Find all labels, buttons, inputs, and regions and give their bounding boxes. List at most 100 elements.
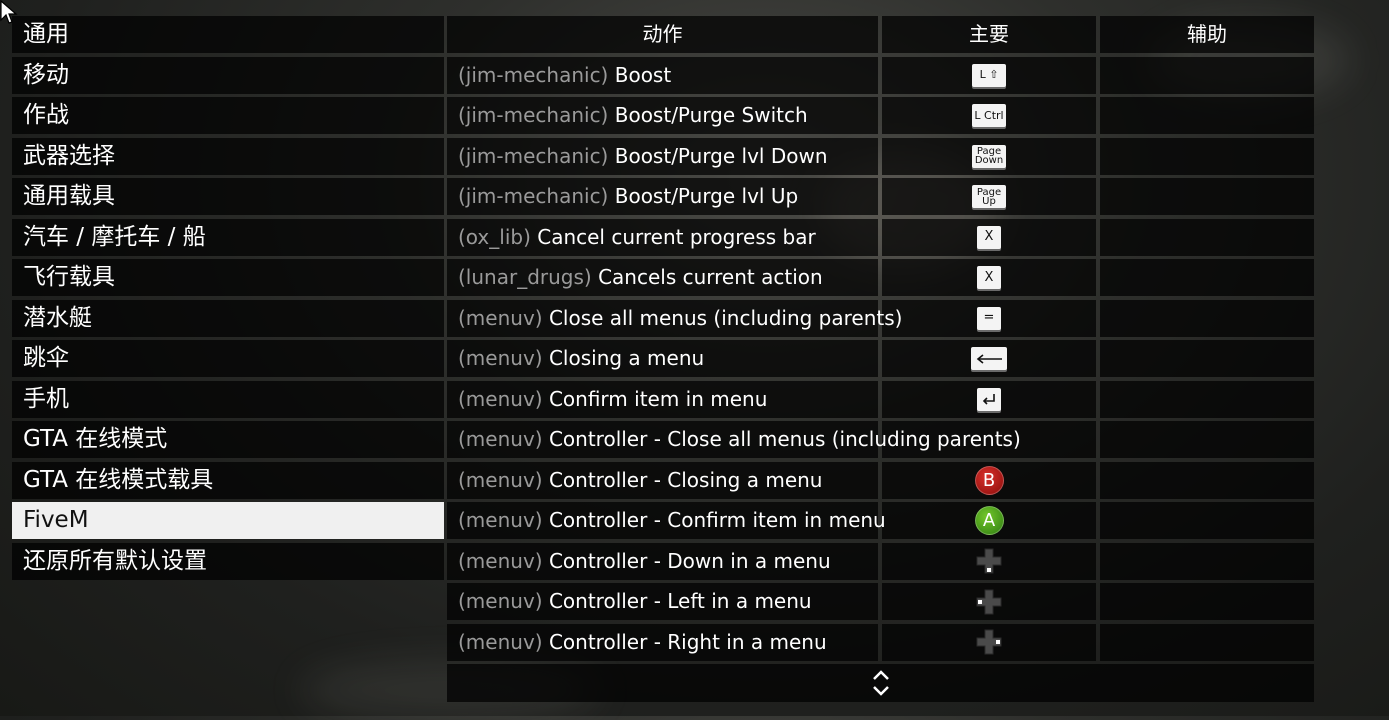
secondary-binding-cell[interactable] xyxy=(1100,502,1314,539)
action-name: Controller - Left in a menu xyxy=(548,589,812,613)
secondary-binding-cell[interactable] xyxy=(1100,137,1314,175)
binding-row[interactable]: (menuv) Closing a menu xyxy=(447,340,1314,377)
category-item[interactable]: GTA 在线模式 xyxy=(12,421,444,458)
binding-row[interactable]: (lunar_drugs) Cancels current action X xyxy=(447,259,1314,296)
primary-binding-cell[interactable] xyxy=(882,380,1096,418)
header-action: 动作 xyxy=(447,16,878,53)
resource-name: (menuv) xyxy=(458,589,543,613)
action-name: Closing a menu xyxy=(548,346,705,370)
action-cell: (menuv) Confirm item in menu xyxy=(447,380,878,418)
scroll-up-down-icon xyxy=(872,670,889,696)
action-name: Controller - Closing a menu xyxy=(548,467,823,492)
category-item[interactable]: 通用载具 xyxy=(12,178,444,215)
action-name: Controller - Down in a menu xyxy=(548,548,831,573)
primary-binding-cell[interactable]: L Ctrl xyxy=(882,97,1096,134)
resource-name: (menuv) xyxy=(458,386,543,411)
primary-binding-cell[interactable]: B xyxy=(882,461,1096,499)
resource-name: (menuv) xyxy=(458,427,543,451)
category-item[interactable]: 飞行载具 xyxy=(12,259,444,296)
category-item[interactable]: FiveM xyxy=(12,502,444,539)
binding-row[interactable]: (menuv) Controller - Left in a menu xyxy=(447,583,1314,620)
binding-row[interactable]: (jim-mechanic) Boost/Purge lvl Down Page D… xyxy=(447,137,1314,175)
resource-name: (jim-mechanic) xyxy=(458,62,609,87)
x-key-icon: X xyxy=(977,225,1001,249)
category-item[interactable]: 武器选择 xyxy=(12,137,444,175)
binding-row[interactable]: (menuv) Close all menus (including paren… xyxy=(447,299,1314,337)
scroll-indicator[interactable] xyxy=(447,664,1314,702)
dpad-down-icon xyxy=(976,548,1002,574)
secondary-binding-cell[interactable] xyxy=(1100,583,1314,620)
action-cell: (ox_lib) Cancel current progress bar xyxy=(447,218,878,256)
secondary-binding-cell[interactable] xyxy=(1100,380,1314,418)
primary-binding-cell[interactable]: L ⇧ xyxy=(882,56,1096,94)
category-item[interactable]: 手机 xyxy=(12,380,444,418)
category-item[interactable]: 通用 xyxy=(12,16,444,53)
action-cell: (menuv) Controller - Confirm item in men… xyxy=(447,502,886,539)
secondary-binding-cell[interactable] xyxy=(1100,461,1314,499)
secondary-binding-cell[interactable] xyxy=(1100,542,1314,580)
action-cell: (jim-mechanic) Boost xyxy=(447,56,878,94)
primary-binding-cell[interactable]: X xyxy=(882,218,1096,256)
primary-binding-cell[interactable] xyxy=(882,542,1096,580)
secondary-binding-cell[interactable] xyxy=(1100,259,1314,296)
resource-name: (menuv) xyxy=(458,508,543,532)
primary-binding-cell[interactable]: X xyxy=(882,259,1096,296)
category-item[interactable]: GTA 在线模式载具 xyxy=(12,461,444,499)
action-name: Boost xyxy=(614,62,672,87)
resource-name: (jim-mechanic) xyxy=(458,184,609,208)
binding-row[interactable]: (menuv) Confirm item in menu xyxy=(447,380,1314,418)
primary-binding-cell[interactable] xyxy=(882,623,1096,661)
category-item[interactable]: 作战 xyxy=(12,97,444,134)
category-menu: 通用 移动 作战 武器选择 通用载具 汽车 / 摩托车 / 船飞行载具 潜水艇 跳伞 手机 GTA… xyxy=(12,16,444,583)
action-cell: (menuv) Close all menus (including paren… xyxy=(447,299,902,337)
binding-row[interactable]: (menuv) Controller - Right in a menu xyxy=(447,623,1314,661)
header-primary: 主要 xyxy=(882,16,1096,53)
binding-row[interactable]: (jim-mechanic) Boost/Purge Switch L Ctrl xyxy=(447,97,1314,134)
resource-name: (jim-mechanic) xyxy=(458,103,609,127)
primary-binding-cell[interactable]: Page Up xyxy=(882,178,1096,215)
header-secondary: 辅助 xyxy=(1100,16,1314,53)
primary-binding-cell[interactable]: = xyxy=(882,299,1096,337)
binding-row[interactable]: (jim-mechanic) Boost L ⇧ xyxy=(447,56,1314,94)
secondary-binding-cell[interactable] xyxy=(1100,623,1314,661)
action-name: Boost/Purge lvl Down xyxy=(614,143,828,168)
action-name: Confirm item in menu xyxy=(548,386,768,411)
secondary-binding-cell[interactable] xyxy=(1100,178,1314,215)
action-cell: (menuv) Controller - Close all menus (in… xyxy=(447,421,1021,458)
action-name: Boost/Purge Switch xyxy=(614,103,808,127)
action-cell: (menuv) Controller - Right in a menu xyxy=(447,623,878,661)
resource-name: (ox_lib) xyxy=(458,224,531,249)
secondary-binding-cell[interactable] xyxy=(1100,56,1314,94)
binding-row[interactable]: (menuv) Controller - Close all menus (in… xyxy=(447,421,1314,458)
binding-row[interactable]: (menuv) Controller - Confirm item in men… xyxy=(447,502,1314,539)
action-name: Close all menus (including parents) xyxy=(548,305,903,330)
secondary-binding-cell[interactable] xyxy=(1100,97,1314,134)
primary-binding-cell[interactable] xyxy=(882,340,1096,377)
shift-key-icon: L ⇧ xyxy=(972,63,1006,87)
category-item[interactable]: 跳伞 xyxy=(12,340,444,377)
secondary-binding-cell[interactable] xyxy=(1100,218,1314,256)
secondary-binding-cell[interactable] xyxy=(1100,421,1314,458)
binding-row[interactable]: (menuv) Controller - Closing a menu B xyxy=(447,461,1314,499)
binding-row[interactable]: (ox_lib) Cancel current progress bar X xyxy=(447,218,1314,256)
category-item[interactable]: 移动 xyxy=(12,56,444,94)
action-cell: (jim-mechanic) Boost/Purge lvl Up xyxy=(447,178,878,215)
secondary-binding-cell[interactable] xyxy=(1100,299,1314,337)
primary-binding-cell[interactable] xyxy=(882,583,1096,620)
secondary-binding-cell[interactable] xyxy=(1100,340,1314,377)
category-item[interactable]: 还原所有默认设置 xyxy=(12,542,444,580)
primary-binding-cell[interactable]: A xyxy=(882,502,1096,539)
action-cell: (lunar_drugs) Cancels current action xyxy=(447,259,878,296)
action-name: Cancel current progress bar xyxy=(537,224,816,249)
primary-binding-cell[interactable]: Page Down xyxy=(882,137,1096,175)
resource-name: (menuv) xyxy=(458,346,543,370)
page-down-key-icon: Page Down xyxy=(972,144,1006,168)
binding-row[interactable]: (menuv) Controller - Down in a menu xyxy=(447,542,1314,580)
category-item[interactable]: 潜水艇 xyxy=(12,299,444,337)
binding-rows: (jim-mechanic) Boost L ⇧ (jim-mechanic) Bo… xyxy=(447,56,1314,661)
binding-row[interactable]: (jim-mechanic) Boost/Purge lvl Up Page Up xyxy=(447,178,1314,215)
page-up-key-icon: Page Up xyxy=(972,185,1006,208)
category-item[interactable]: 汽车 / 摩托车 / 船 xyxy=(12,218,444,256)
action-cell: (menuv) Controller - Down in a menu xyxy=(447,542,878,580)
ctrl-key-icon: L Ctrl xyxy=(972,104,1006,127)
